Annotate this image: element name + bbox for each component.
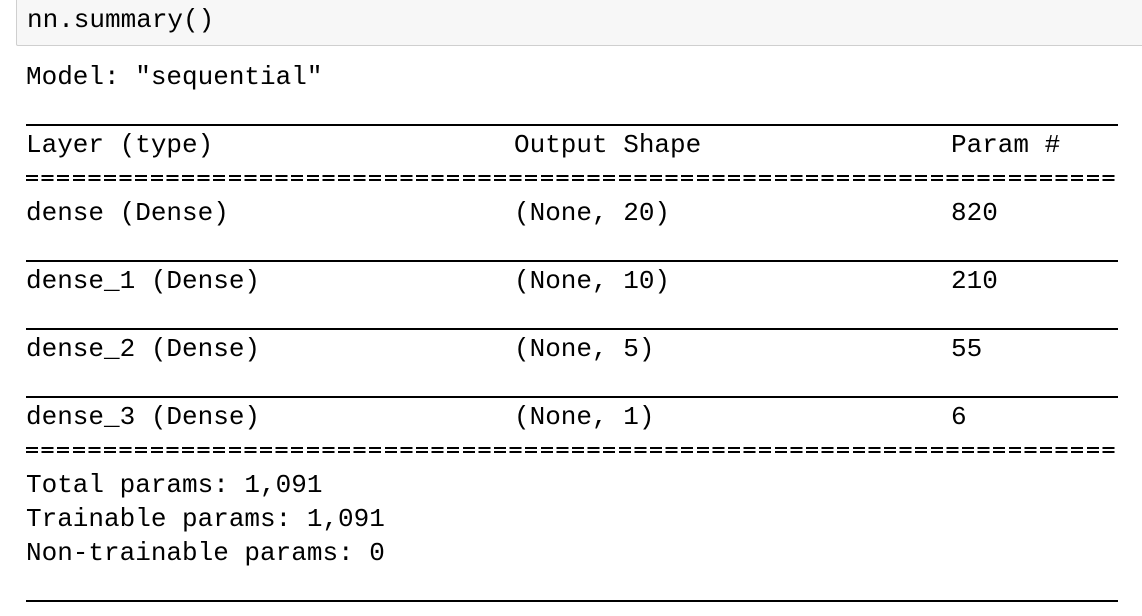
model-name-line: Model: "sequential" — [26, 62, 323, 92]
code-text: nn.summary() — [27, 5, 215, 35]
header-param-count: Param # — [951, 130, 1061, 160]
code-input-cell[interactable]: nn.summary() — [16, 0, 1142, 46]
double-rule-top — [26, 175, 1118, 183]
output-shape: (None, 5) — [514, 334, 655, 364]
param-count: 210 — [951, 266, 998, 296]
layer-name: dense_1 (Dense) — [26, 266, 261, 296]
output-shape: (None, 20) — [514, 198, 671, 228]
output-shape: (None, 1) — [514, 402, 655, 432]
layer-name: dense_3 (Dense) — [26, 402, 261, 432]
header-layer-type: Layer (type) — [26, 130, 214, 160]
header-output-shape: Output Shape — [514, 130, 702, 160]
total-params: Total params: 1,091 — [26, 470, 323, 500]
bottom-rule — [26, 600, 1118, 602]
layer-name: dense_2 (Dense) — [26, 334, 261, 364]
row-rule — [26, 396, 1118, 398]
row-rule — [26, 260, 1118, 262]
non-trainable-params: Non-trainable params: 0 — [26, 538, 385, 568]
trainable-params: Trainable params: 1,091 — [26, 504, 385, 534]
param-count: 6 — [951, 402, 967, 432]
double-rule-bottom — [26, 447, 1118, 455]
row-rule — [26, 328, 1118, 330]
output-shape: (None, 10) — [514, 266, 671, 296]
param-count: 820 — [951, 198, 998, 228]
param-count: 55 — [951, 334, 983, 364]
top-rule — [26, 124, 1118, 126]
layer-name: dense (Dense) — [26, 198, 229, 228]
